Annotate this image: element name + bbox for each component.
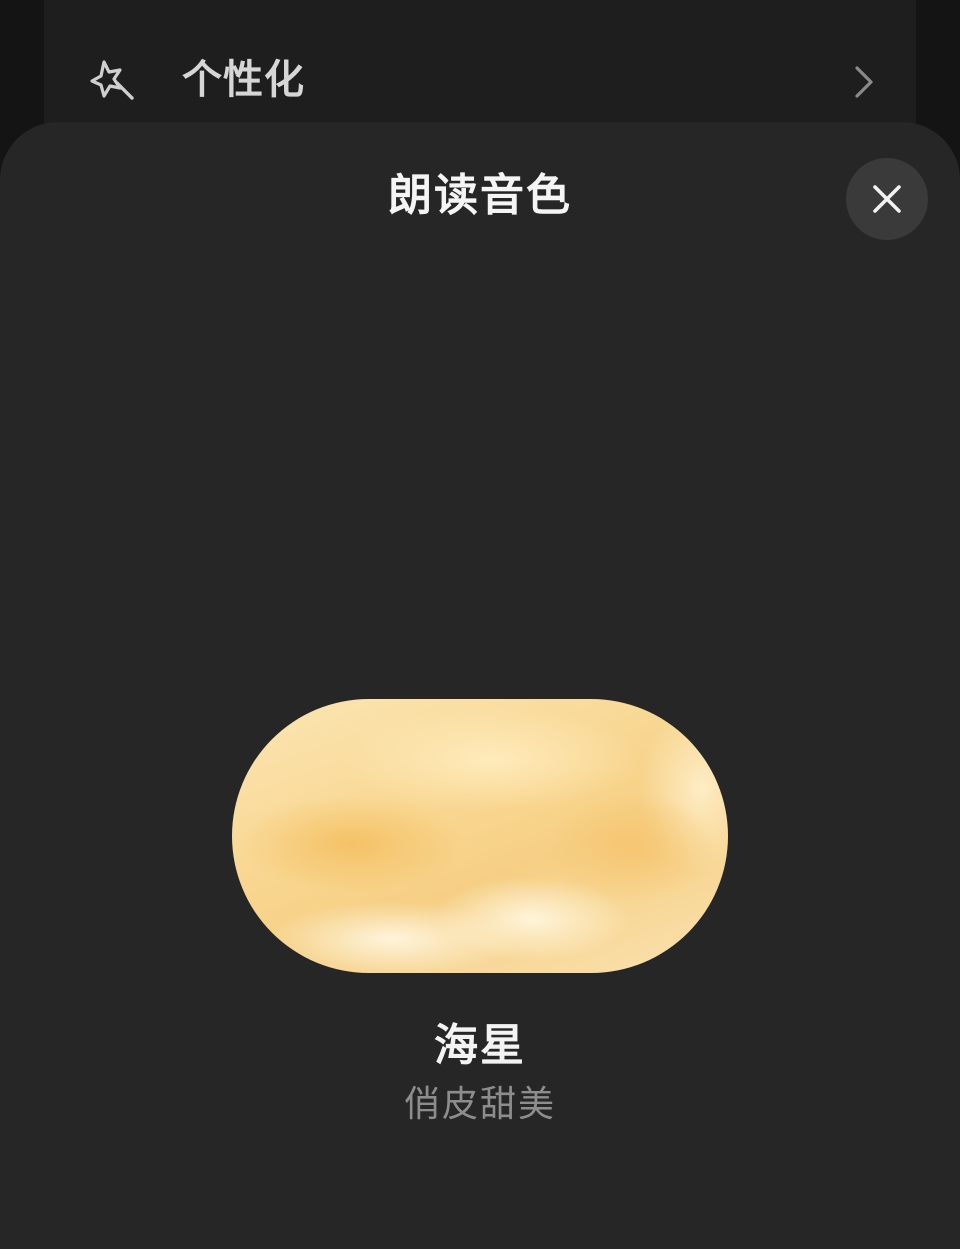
chevron-right-icon	[855, 66, 873, 98]
settings-row-label: 个性化	[182, 57, 305, 103]
close-icon	[873, 185, 901, 213]
close-button[interactable]	[846, 158, 928, 240]
sparkle-icon	[90, 60, 134, 100]
voice-visual[interactable]	[232, 699, 728, 973]
settings-row-personalization[interactable]: 个性化	[44, 34, 916, 126]
sheet-title: 朗读音色	[388, 170, 572, 221]
voice-description: 俏皮甜美	[403, 1084, 556, 1125]
voice-bottom-sheet: 朗读音色 海星 俏皮甜美	[0, 122, 960, 1249]
voice-name: 海星	[434, 1020, 526, 1071]
